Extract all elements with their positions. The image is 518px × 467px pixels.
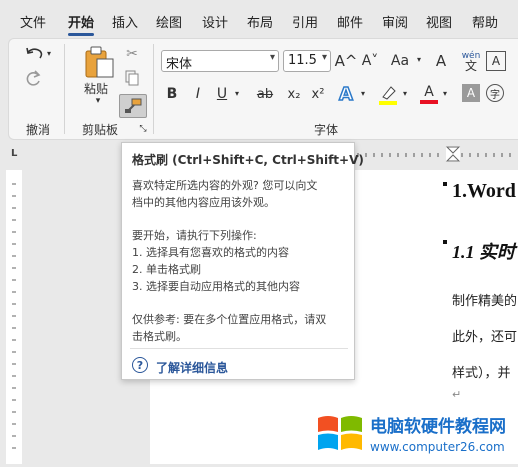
tab-stop-selector-icon[interactable]: L [11,148,17,159]
tab-layout[interactable]: 布局 [247,12,273,31]
document-heading-2: 1.1 实时 [452,242,515,262]
italic-icon[interactable]: I [190,84,206,104]
font-color-icon[interactable]: A [418,82,440,106]
tab-design[interactable]: 设计 [202,12,228,31]
character-border-icon[interactable]: A [486,51,506,71]
subscript-icon[interactable]: x₂ [284,84,304,104]
document-paragraph: 样式），并 [452,366,511,381]
active-tab-indicator [68,33,94,36]
undo-group-label: 撤消 [26,123,51,137]
tab-help[interactable]: 帮助 [472,12,498,31]
cut-icon[interactable]: ✂ [124,46,140,62]
tab-references[interactable]: 引用 [292,12,318,31]
site-watermark: 电脑软硬件教程网 www.computer26.com [314,408,518,464]
change-case-icon[interactable]: Aa [388,50,412,72]
clipboard-launcher-icon[interactable]: ⤡ [138,124,148,134]
ruler-ticks [357,146,511,162]
paste-icon[interactable] [82,44,116,80]
chevron-down-icon[interactable]: ▾ [358,88,368,98]
tooltip-description-line: 喜欢特定所选内容的外观? 您可以向文 [132,179,318,192]
watermark-title: 电脑软硬件教程网 [370,417,506,437]
tab-home[interactable]: 开始 [68,12,94,31]
superscript-icon[interactable]: x² [308,84,328,104]
strikethrough-icon[interactable]: ab [254,84,276,104]
tooltip-description-line: 档中的其他内容应用该外观。 [132,196,275,209]
bold-icon[interactable]: B [164,84,180,104]
svg-text:A: A [339,84,353,103]
ribbon-tabs: 文件 开始 插入 绘图 设计 布局 引用 邮件 审阅 视图 帮助 [0,0,518,40]
paragraph-mark [443,240,447,244]
tooltip-step: 3. 选择要自动应用格式的其他内容 [132,280,300,293]
character-shading-icon[interactable]: A [462,84,480,102]
paste-label[interactable]: 粘贴 [84,80,108,97]
chevron-down-icon: ▾ [321,52,327,63]
vertical-ruler-ticks [6,170,22,464]
chevron-down-icon[interactable]: ▾ [440,88,450,98]
tooltip-tip-line: 仅供参考: 要在多个位置应用格式，请双 [132,313,327,326]
document-paragraph: 制作精美的 [452,294,518,309]
tooltip-step: 1. 选择具有您喜欢的格式的内容 [132,246,289,259]
vertical-ruler[interactable] [0,170,28,464]
enclose-characters-icon[interactable]: 字 [486,84,504,102]
underline-icon[interactable]: U [214,84,230,104]
chevron-down-icon: ▾ [269,52,275,63]
tab-draw[interactable]: 绘图 [156,12,182,31]
help-icon[interactable]: ? [132,357,148,373]
tooltip-divider [130,348,348,349]
shrink-font-icon[interactable]: A˅ [360,50,380,72]
tab-view[interactable]: 视图 [426,12,452,31]
chevron-down-icon[interactable]: ▾ [414,54,424,64]
paragraph-return-icon: ↵ [452,388,462,401]
highlight-color-icon[interactable] [376,82,400,106]
document-heading-1: 1.Word [452,180,516,202]
grow-font-icon[interactable]: A^ [335,50,358,72]
chevron-down-icon[interactable]: ▾ [232,88,242,98]
tab-file[interactable]: 文件 [20,12,46,31]
watermark-url: www.computer26.com [370,440,505,454]
tab-review[interactable]: 审阅 [382,12,408,31]
paragraph-mark [443,182,447,186]
tab-insert[interactable]: 插入 [112,12,138,31]
phonetic-guide-icon[interactable]: wén 文 [459,48,483,74]
tooltip-step: 2. 单击格式刷 [132,263,201,276]
undo-dropdown-icon[interactable]: ▾ [44,48,54,58]
font-group-label: 字体 [314,123,339,137]
paste-dropdown-icon[interactable]: ▾ [92,96,104,106]
group-divider [64,44,65,134]
chevron-down-icon[interactable]: ▾ [400,88,410,98]
clipboard-group-label: 剪贴板 [82,123,119,137]
tooltip-title: 格式刷 (Ctrl+Shift+C, Ctrl+Shift+V) [132,153,364,167]
text-effects-icon[interactable]: A [336,82,358,104]
font-name-value: 宋体 [166,57,193,72]
clear-formatting-icon[interactable]: A [430,50,452,72]
format-painter-tooltip: 格式刷 (Ctrl+Shift+C, Ctrl+Shift+V) 喜欢特定所选内… [121,142,364,380]
font-name-combo[interactable]: 宋体 ▾ [161,50,279,72]
format-painter-icon[interactable] [119,94,147,118]
windows-logo-icon [318,416,362,450]
tab-mailings[interactable]: 邮件 [337,12,363,31]
learn-more-link[interactable]: 了解详细信息 [156,359,228,376]
tooltip-tip-line: 击格式刷。 [132,330,187,343]
document-paragraph: 此外，还可 [452,330,518,345]
group-divider [153,44,154,134]
font-size-combo[interactable]: 11.5 ▾ [283,50,331,72]
copy-icon[interactable] [124,70,140,86]
tooltip-instructions-heading: 要开始，请执行下列操作: [132,229,257,242]
font-size-value: 11.5 [288,53,317,68]
redo-icon[interactable] [22,68,44,90]
